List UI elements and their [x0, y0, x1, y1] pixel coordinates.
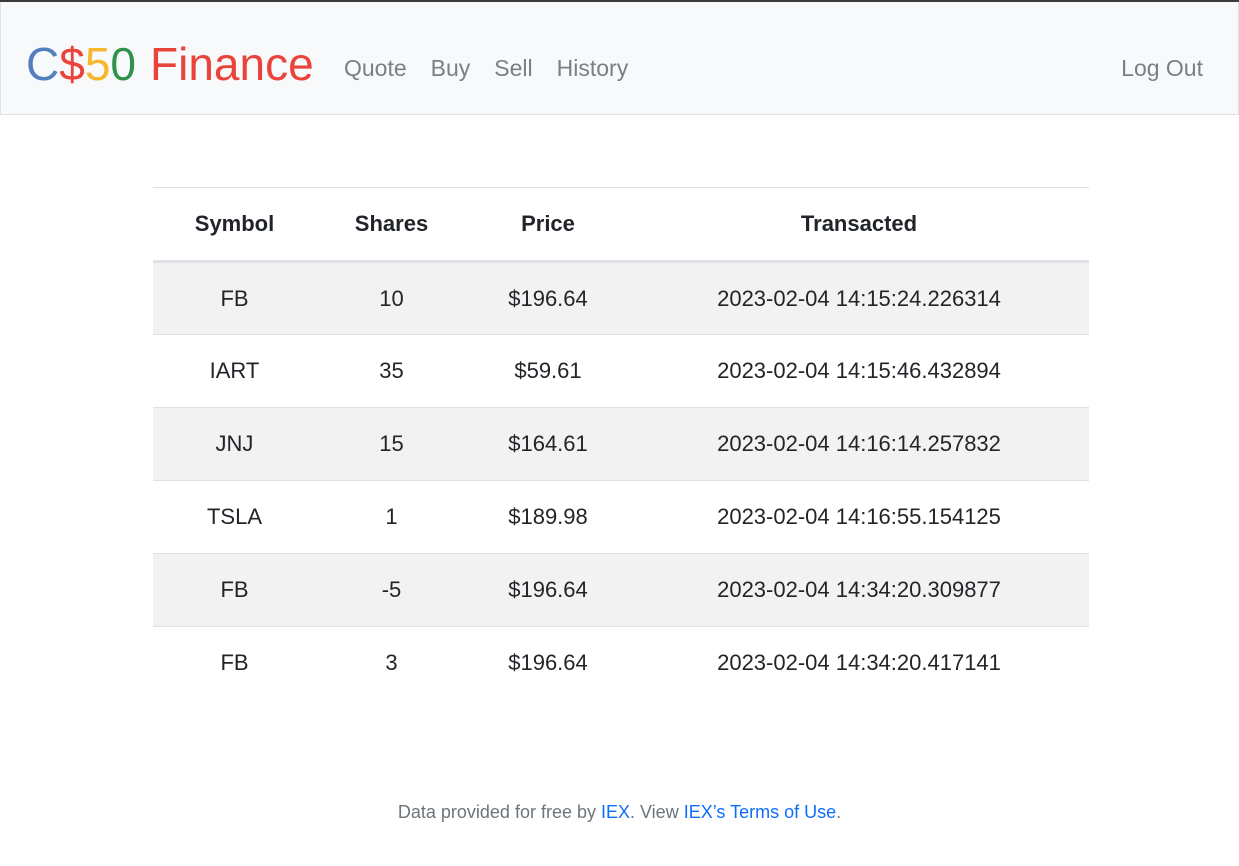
table-row: FB 10 $196.64 2023-02-04 14:15:24.226314	[153, 261, 1089, 335]
history-table: Symbol Shares Price Transacted FB 10 $19…	[153, 187, 1089, 700]
brand-digit-0: 0	[110, 38, 137, 90]
table-row: FB -5 $196.64 2023-02-04 14:34:20.309877	[153, 553, 1089, 627]
brand-logo[interactable]: C$50 Finance	[26, 38, 314, 90]
cell-symbol: FB	[220, 650, 249, 676]
brand-letter-c: C	[26, 38, 60, 90]
brand-digit-5: 5	[84, 38, 111, 90]
nav-links: Quote Buy Sell History	[344, 54, 652, 82]
cell-shares: 1	[385, 504, 398, 529]
table-header-row: Symbol Shares Price Transacted	[153, 187, 1089, 262]
cell-shares: 3	[385, 650, 398, 676]
footer-prefix: Data provided for free by	[397, 802, 601, 822]
header-symbol: Symbol	[194, 211, 275, 236]
header-shares: Shares	[354, 211, 429, 236]
cell-transacted: 2023-02-04 14:16:55.154125	[717, 504, 1001, 529]
cell-price: $196.64	[508, 285, 588, 311]
logout-link[interactable]: Log Out	[1121, 54, 1203, 82]
cell-price: $196.64	[508, 650, 588, 676]
header-transacted: Transacted	[800, 211, 918, 236]
nav-link-sell[interactable]: Sell	[494, 54, 532, 82]
footer-attribution: Data provided for free by IEX. View IEX’…	[0, 800, 1239, 824]
cell-price: $59.61	[514, 358, 582, 383]
footer-suffix: .	[836, 802, 842, 822]
table-row: JNJ 15 $164.61 2023-02-04 14:16:14.25783…	[153, 407, 1089, 481]
cell-symbol: FB	[220, 577, 249, 602]
brand-finance: Finance	[150, 38, 314, 90]
cell-price: $164.61	[508, 431, 588, 456]
cell-shares: 15	[379, 431, 404, 456]
cell-symbol: FB	[220, 285, 249, 311]
cell-transacted: 2023-02-04 14:15:24.226314	[717, 285, 1001, 311]
cell-transacted: 2023-02-04 14:34:20.417141	[717, 650, 1001, 676]
footer-middle: . View	[630, 802, 684, 822]
cell-shares: 35	[379, 358, 404, 383]
cell-transacted: 2023-02-04 14:15:46.432894	[717, 358, 1001, 383]
brand-dollar: $	[59, 38, 85, 90]
iex-link[interactable]: IEX	[601, 802, 630, 822]
cell-price: $196.64	[508, 577, 588, 602]
navbar: C$50 Finance Quote Buy Sell History Log O…	[0, 2, 1239, 115]
cell-transacted: 2023-02-04 14:34:20.309877	[717, 577, 1001, 602]
header-price: Price	[521, 211, 575, 236]
cell-symbol: JNJ	[215, 431, 254, 456]
table-row: IART 35 $59.61 2023-02-04 14:15:46.43289…	[153, 335, 1089, 408]
history-table-container: Symbol Shares Price Transacted FB 10 $19…	[153, 187, 1089, 700]
cell-symbol: IART	[209, 358, 260, 383]
cell-shares: 10	[379, 285, 404, 311]
cell-shares: -5	[381, 577, 402, 602]
cell-price: $189.98	[508, 504, 588, 529]
table-row: TSLA 1 $189.98 2023-02-04 14:16:55.15412…	[153, 481, 1089, 554]
table-row: FB 3 $196.64 2023-02-04 14:34:20.417141	[153, 627, 1089, 700]
nav-link-buy[interactable]: Buy	[431, 54, 471, 82]
cell-transacted: 2023-02-04 14:16:14.257832	[717, 431, 1001, 456]
nav-link-history[interactable]: History	[557, 54, 629, 82]
nav-link-quote[interactable]: Quote	[344, 54, 407, 82]
iex-terms-link[interactable]: IEX’s Terms of Use	[684, 802, 836, 822]
cell-symbol: TSLA	[206, 504, 263, 529]
